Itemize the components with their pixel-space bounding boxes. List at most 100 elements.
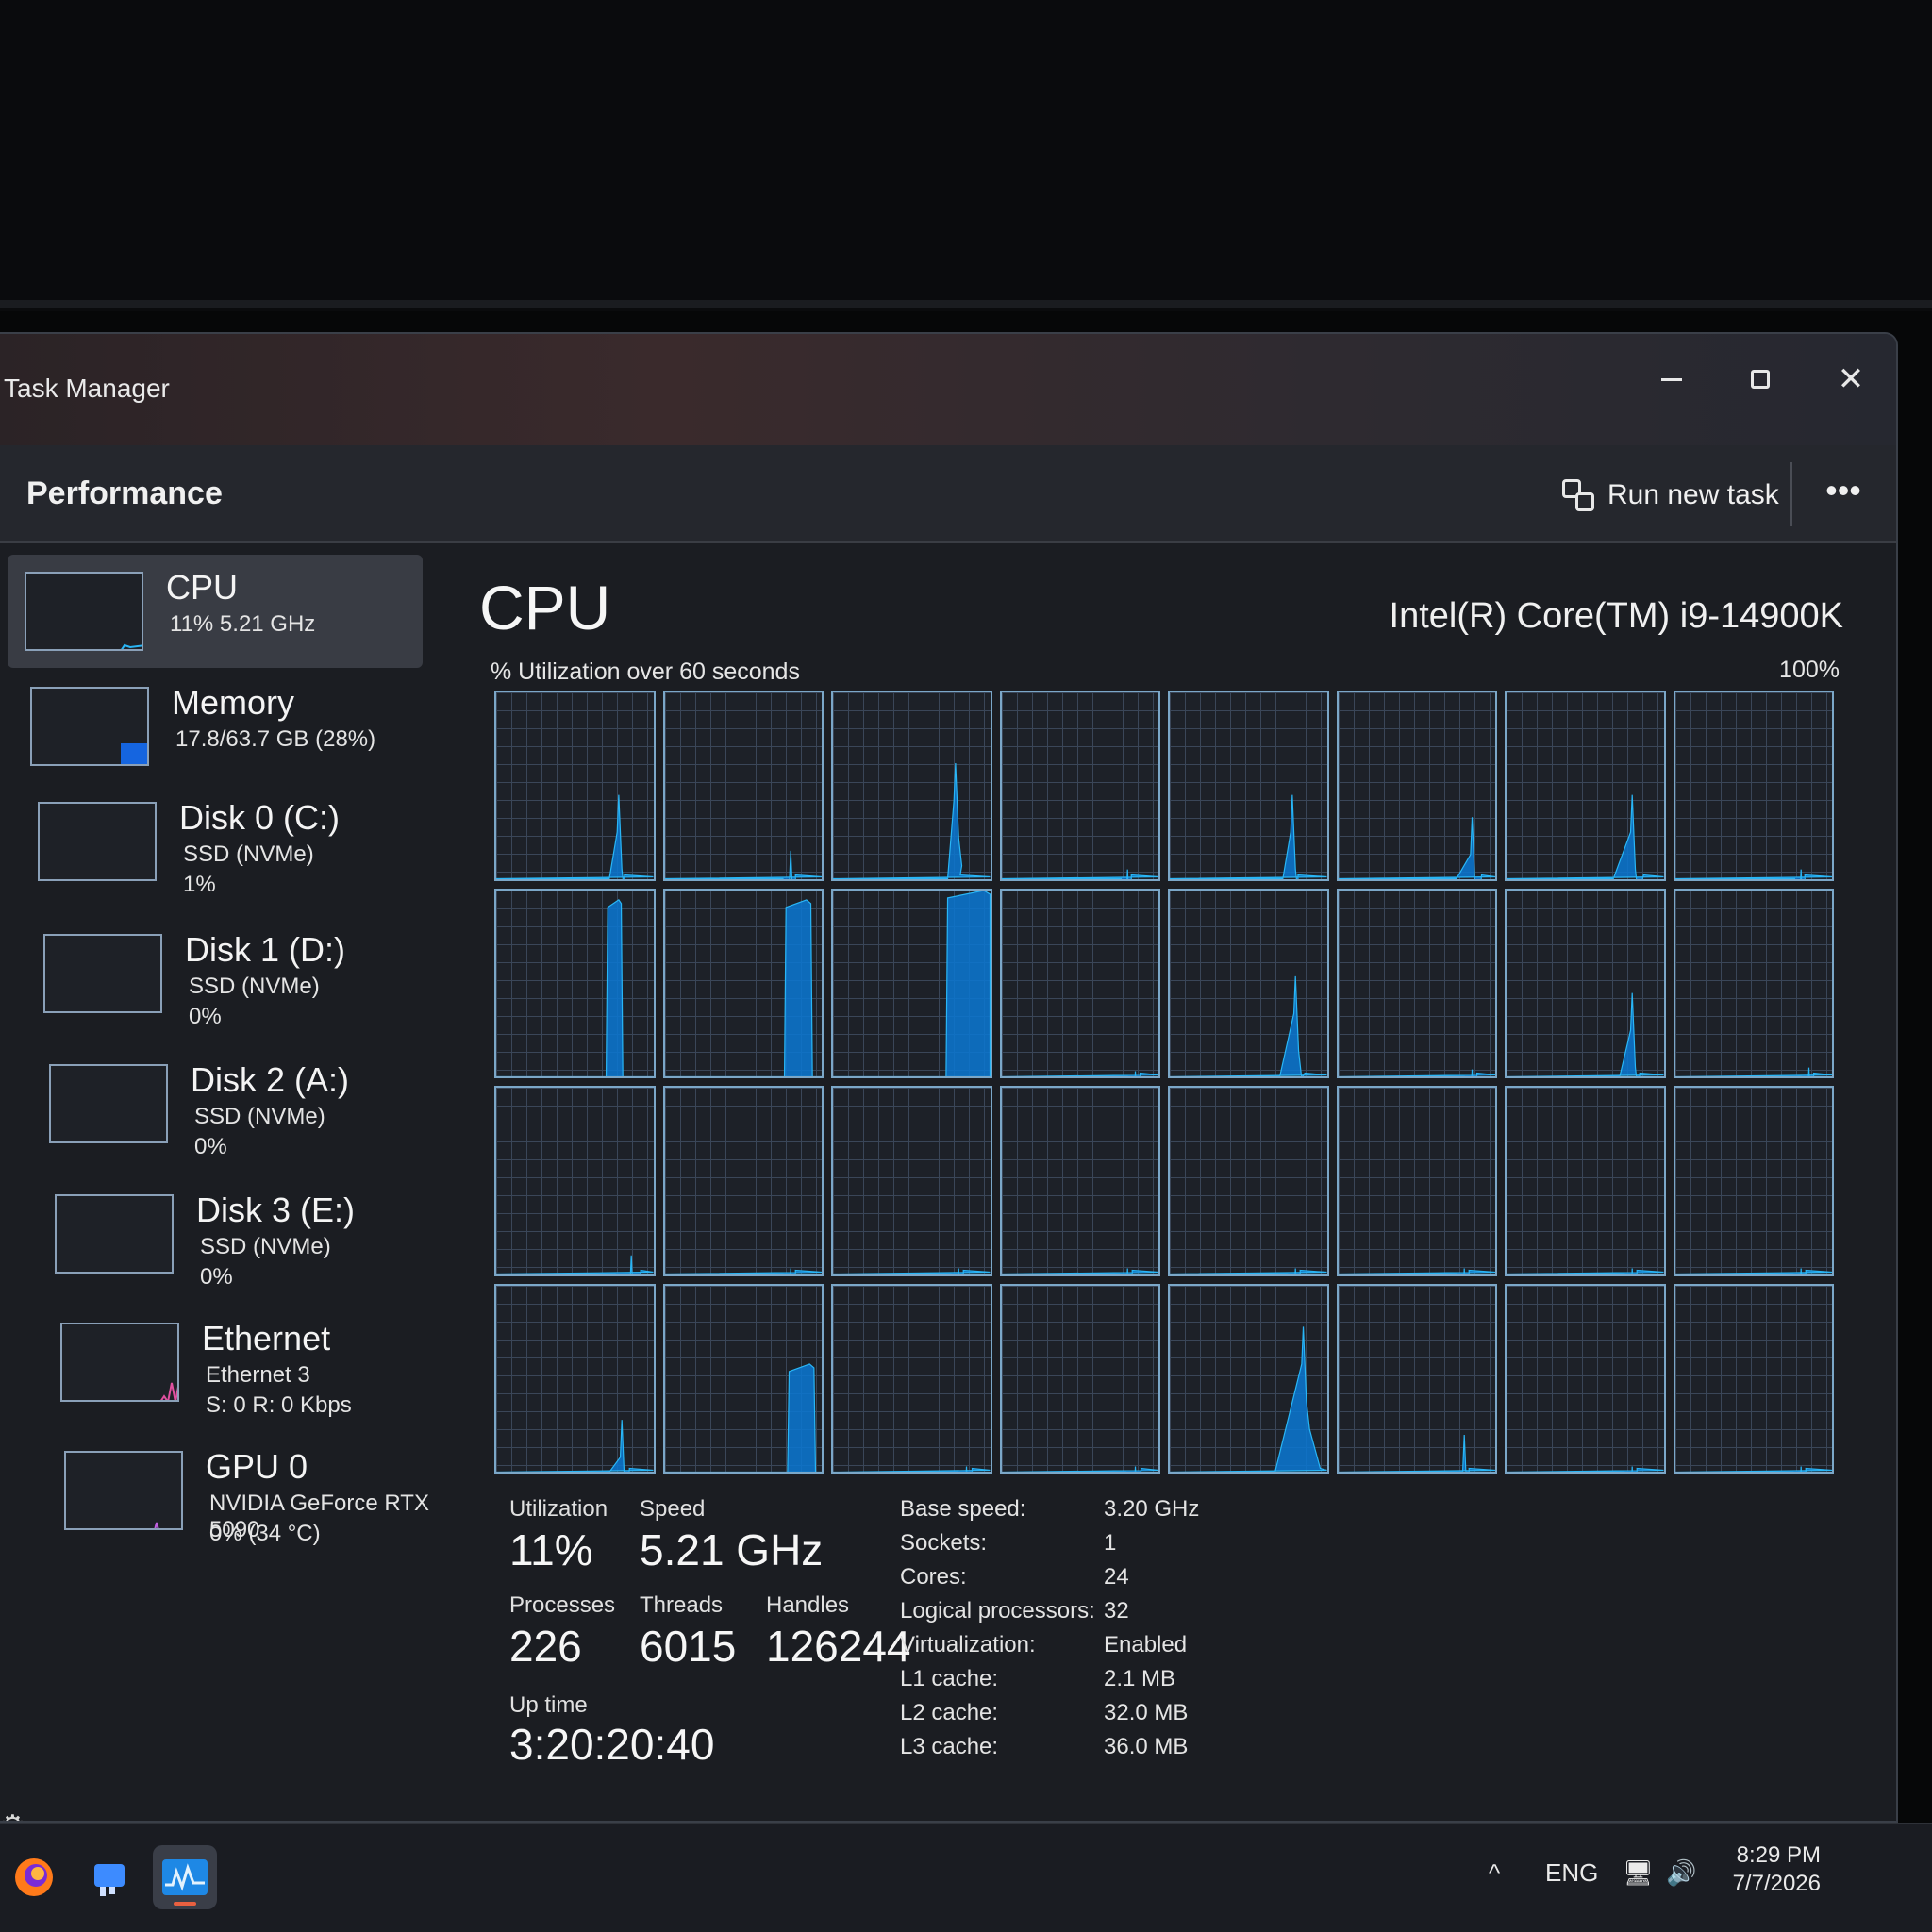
utilization-trace xyxy=(1338,817,1495,879)
logical-processor-graph xyxy=(1168,888,1329,1078)
utilization-trace xyxy=(1674,1067,1832,1076)
app-icon xyxy=(94,1864,125,1896)
utilization-value: 11% xyxy=(509,1525,593,1574)
utilization-trace xyxy=(1674,1466,1832,1472)
sidebar-item-value: S: 0 R: 0 Kbps xyxy=(206,1392,352,1418)
sidebar-item-memory[interactable]: Memory 17.8/63.7 GB (28%) xyxy=(13,670,428,783)
task-manager-window: Task Manager ✕ Performance Run new task … xyxy=(0,332,1898,1823)
sidebar-item-detail: 17.8/63.7 GB (28%) xyxy=(175,726,376,752)
utilization-trace xyxy=(1001,1466,1158,1472)
language-indicator[interactable]: ENG xyxy=(1545,1858,1598,1888)
utilization-trace xyxy=(1507,795,1664,879)
sidebar-item-detail: Ethernet 3 xyxy=(206,1362,310,1388)
gpu-thumbnail xyxy=(64,1451,183,1530)
logical-processor-graph xyxy=(662,691,824,881)
logical-processor-graph xyxy=(662,1283,824,1474)
sidebar-item-value: 0% xyxy=(200,1264,233,1290)
clock[interactable]: 8:29 PM 7/7/2026 xyxy=(1726,1841,1821,1898)
sidebar-item-label: Disk 2 (A:) xyxy=(191,1060,350,1099)
logical-processor-graph xyxy=(831,1086,992,1276)
show-hidden-icons-button[interactable]: ^ xyxy=(1489,1858,1500,1888)
disk-thumbnail xyxy=(43,934,162,1013)
utilization-trace xyxy=(833,1466,991,1472)
settings-icon[interactable]: ⚙ xyxy=(0,1809,25,1821)
logical-processor-graph xyxy=(999,1283,1160,1474)
taskbar-task-manager[interactable] xyxy=(153,1845,217,1909)
sidebar-item-disk-1[interactable]: Disk 1 (D:) SSD (NVMe) 0% xyxy=(26,917,441,1030)
ethernet-thumbnail xyxy=(60,1323,179,1402)
close-button[interactable]: ✕ xyxy=(1823,351,1879,408)
sidebar-item-disk-2[interactable]: Disk 2 (A:) SSD (NVMe) 0% xyxy=(32,1047,447,1160)
utilization-label: Utilization xyxy=(509,1496,608,1522)
logical-processor-graph xyxy=(1673,1086,1834,1276)
logical-processor-graph xyxy=(662,1086,824,1276)
clock-date: 7/7/2026 xyxy=(1732,1871,1821,1896)
sidebar-item-detail: SSD (NVMe) xyxy=(183,841,314,867)
firefox-icon xyxy=(15,1858,53,1896)
sidebar-item-cpu[interactable]: CPU 11% 5.21 GHz xyxy=(8,555,423,668)
utilization-trace xyxy=(833,890,991,1076)
sidebar-item-label: Disk 1 (D:) xyxy=(185,930,345,969)
minimize-button[interactable] xyxy=(1643,351,1700,408)
processes-label: Processes xyxy=(509,1592,616,1618)
uptime-label: Up time xyxy=(509,1692,588,1718)
utilization-trace xyxy=(1507,992,1664,1076)
disk-thumbnail xyxy=(38,802,157,881)
sidebar-item-ethernet[interactable]: Ethernet Ethernet 3 S: 0 R: 0 Kbps xyxy=(43,1306,458,1419)
utilization-trace xyxy=(1674,1269,1832,1274)
logical-processor-graph xyxy=(1168,1283,1329,1474)
graph-max-label: 100% xyxy=(1779,657,1840,683)
sidebar-item-gpu-0[interactable]: GPU 0 NVIDIA GeForce RTX 5090 0% (34 °C) xyxy=(47,1434,462,1547)
speed-value: 5.21 GHz xyxy=(640,1525,824,1574)
logical-processor-graph xyxy=(494,888,656,1078)
sidebar-item-label: Ethernet xyxy=(202,1319,331,1357)
more-options-button[interactable]: ••• xyxy=(1817,472,1870,519)
network-icon[interactable]: 🖥 xyxy=(1623,1858,1654,1888)
logical-processor-graph xyxy=(1505,1086,1666,1276)
taskbar-app[interactable] xyxy=(77,1845,142,1909)
sidebar-item-disk-0[interactable]: Disk 0 (C:) SSD (NVMe) 1% xyxy=(21,785,436,898)
cpu-thumbnail xyxy=(25,572,143,651)
graph-caption: % Utilization over 60 seconds xyxy=(491,658,800,685)
utilization-trace xyxy=(1507,1269,1664,1274)
utilization-trace xyxy=(833,763,991,879)
utilization-trace xyxy=(664,1269,822,1274)
logical-processor-graph xyxy=(999,691,1160,881)
logical-processor-graph xyxy=(1673,691,1834,881)
utilization-trace xyxy=(496,1420,654,1472)
taskbar-firefox[interactable] xyxy=(2,1845,66,1909)
sidebar-item-detail: 11% 5.21 GHz xyxy=(170,611,316,637)
utilization-trace xyxy=(833,1269,991,1274)
spec-key: Logical processors: xyxy=(900,1598,1095,1624)
taskbar: ^ ENG 🖥 🔊 8:29 PM 7/7/2026 xyxy=(0,1823,1932,1932)
logical-processor-graph xyxy=(1505,888,1666,1078)
logical-processor-graph xyxy=(1505,691,1666,881)
spec-value: 32.0 MB xyxy=(1104,1700,1189,1725)
sidebar-item-label: Memory xyxy=(172,683,295,722)
title-bar[interactable]: Task Manager ✕ xyxy=(0,334,1896,445)
active-indicator xyxy=(174,1902,196,1906)
utilization-trace xyxy=(1001,1269,1158,1274)
run-new-task-button[interactable]: Run new task xyxy=(1562,470,1779,521)
disk-thumbnail xyxy=(49,1064,168,1143)
logical-processor-graph xyxy=(1336,691,1497,881)
spec-key: Cores: xyxy=(900,1564,967,1590)
maximize-icon xyxy=(1751,370,1770,389)
header-divider xyxy=(1790,462,1792,526)
utilization-trace xyxy=(1338,1269,1495,1274)
volume-icon[interactable]: 🔊 xyxy=(1666,1858,1696,1888)
utilization-trace xyxy=(1001,1071,1158,1076)
logical-processor-graph xyxy=(1673,888,1834,1078)
monitor-bezel xyxy=(0,0,1932,311)
maximize-button[interactable] xyxy=(1732,351,1789,408)
processes-value: 226 xyxy=(509,1622,582,1671)
sidebar-item-detail: SSD (NVMe) xyxy=(194,1104,325,1129)
sidebar-item-disk-3[interactable]: Disk 3 (E:) SSD (NVMe) 0% xyxy=(38,1177,453,1291)
utilization-trace xyxy=(1338,1435,1495,1472)
task-manager-icon xyxy=(162,1859,208,1895)
utilization-trace xyxy=(664,899,822,1076)
clock-time: 8:29 PM xyxy=(1736,1842,1821,1868)
spec-value: 32 xyxy=(1104,1598,1129,1624)
logical-processor-graph xyxy=(831,691,992,881)
logical-processor-graph xyxy=(1673,1283,1834,1474)
